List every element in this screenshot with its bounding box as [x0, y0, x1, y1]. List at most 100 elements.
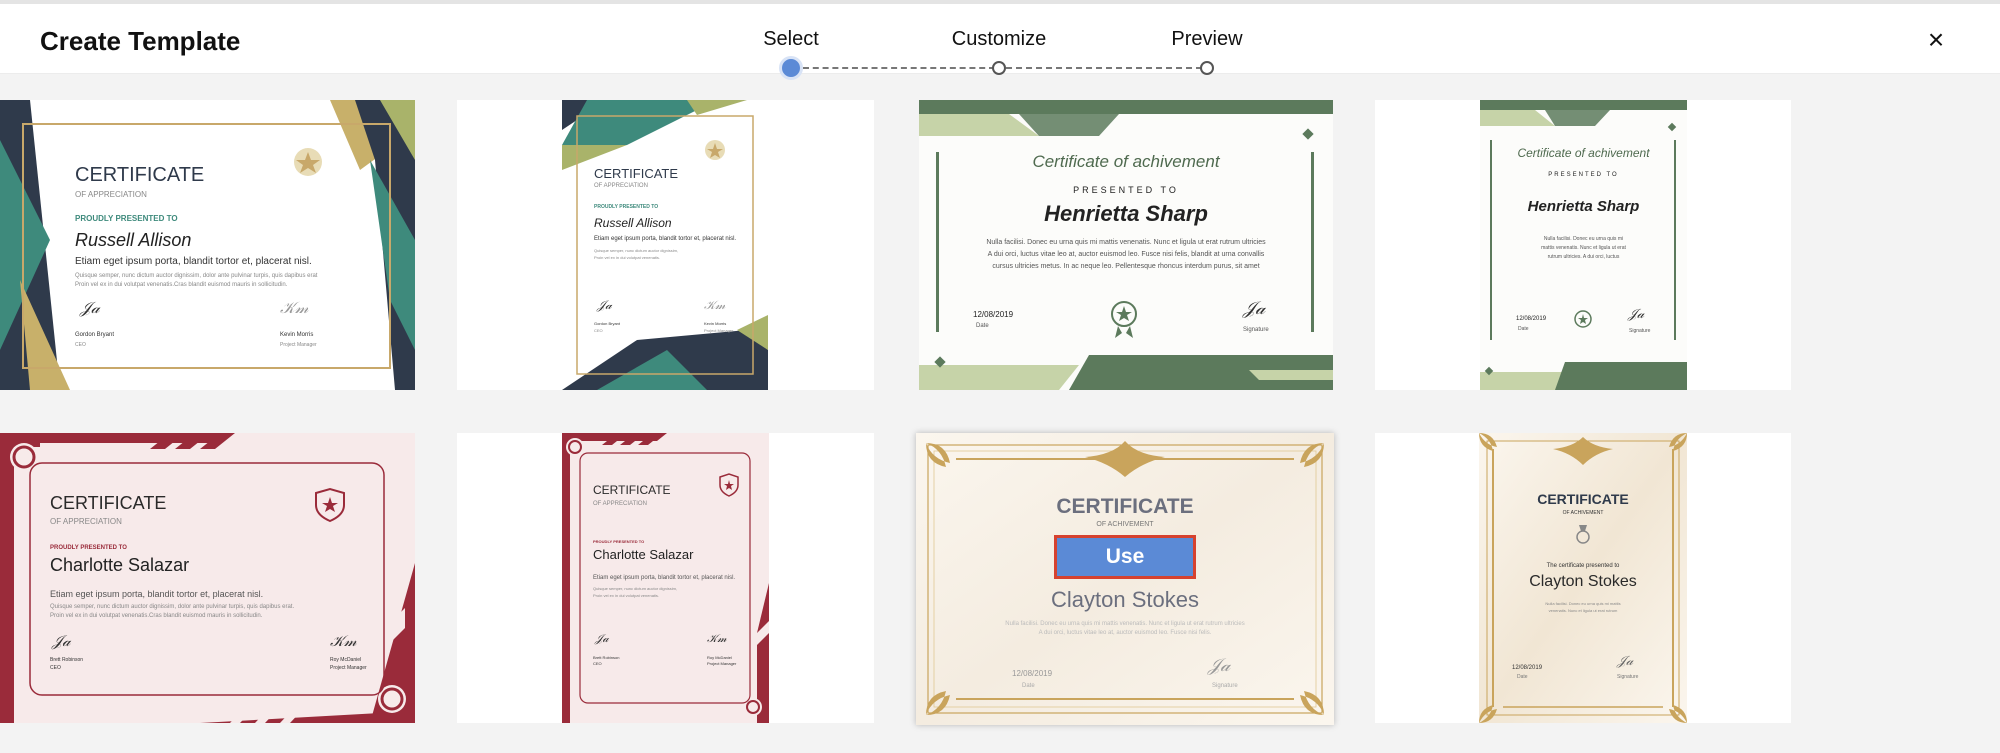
- step-connector-2: [1006, 67, 1202, 69]
- signer-1-name: Gordon Bryant: [75, 332, 115, 338]
- template-card-7[interactable]: CERTIFICATE OF ACHIVEMENT Clayton Stokes…: [916, 433, 1334, 725]
- date-label: Date: [976, 323, 989, 329]
- step-dot-select[interactable]: [779, 56, 803, 80]
- signature-label: Signature: [1617, 674, 1639, 680]
- presented-to-label: PROUDLY PRESENTED TO: [594, 204, 659, 210]
- fine-print-2: Proin vel ex in dui volutpat venenatis.C…: [75, 282, 288, 288]
- certificate-body: Etiam eget ipsum porta, blandit tortor e…: [594, 236, 737, 242]
- signer-1-name: Brett Robinson: [593, 655, 620, 660]
- certificate-body: Etiam eget ipsum porta, blandit tortor e…: [593, 575, 736, 581]
- fine-print-1: Quisque semper, nunc dictum auctor digni…: [594, 248, 679, 253]
- signature-1: 𝒥𝒶: [80, 300, 100, 317]
- signer-1-role: CEO: [594, 328, 603, 333]
- signer-2-name: Kevin Morris: [280, 332, 314, 338]
- date-label: Date: [1517, 674, 1528, 680]
- certificate-date: 12/08/2019: [1512, 665, 1543, 671]
- step-connector-1: [803, 67, 995, 69]
- fine-print-1: Quisque semper, nunc dictum auctor digni…: [50, 604, 295, 610]
- recipient-name: Charlotte Salazar: [593, 547, 694, 562]
- fine-print-1: Nulla facilisi. Donec eu urna quis mi ma…: [1005, 621, 1245, 627]
- step-dot-customize[interactable]: [992, 61, 1006, 75]
- signer-2-role: Project Manager: [707, 661, 737, 666]
- certificate-heading: Certificate of achivement: [1032, 152, 1220, 171]
- signer-1-role: CEO: [593, 661, 602, 666]
- certificate-subheading: OF APPRECIATION: [50, 517, 122, 526]
- certificate-heading: CERTIFICATE: [50, 493, 167, 513]
- signer-2-role: Project Manager: [330, 665, 367, 671]
- certificate-subheading: OF APPRECIATION: [75, 190, 147, 199]
- recipient-name: Clayton Stokes: [1051, 587, 1199, 612]
- signer-2-role: Project Manager: [280, 342, 317, 348]
- recipient-name: Henrietta Sharp: [1044, 201, 1208, 226]
- recipient-name: Charlotte Salazar: [50, 555, 190, 575]
- fine-print-2: venenatis. Nunc et ligula ut erat rutrum: [1548, 608, 1618, 613]
- signature-2: 𝒦𝓂: [280, 300, 309, 317]
- signer-2-role: Project Manager: [704, 328, 734, 333]
- fine-print-2: Proin vel ex in dui volutpat venenatis.: [593, 593, 660, 598]
- certificate-date: 12/08/2019: [1012, 669, 1053, 678]
- maroon-background: [0, 433, 415, 723]
- recipient-name: Russell Allison: [594, 216, 672, 230]
- recipient-name: Russell Allison: [75, 230, 192, 250]
- step-label-preview[interactable]: Preview: [1171, 28, 1242, 51]
- signature-1: 𝒥𝒶: [595, 633, 609, 645]
- fine-print-3: rutrum ultricies. A dui orci, luctus: [1547, 254, 1620, 260]
- signer-2-name: Roy McDaniel: [330, 657, 362, 663]
- ornate-gold-background: [916, 433, 1334, 725]
- certificate-heading: Certificate of achivement: [1517, 146, 1650, 160]
- recipient-name: Clayton Stokes: [1529, 573, 1637, 590]
- date-label: Date: [1518, 326, 1529, 332]
- certificate-body: Etiam eget ipsum porta, blandit tortor e…: [50, 589, 264, 599]
- signature: 𝒥𝒶: [1617, 653, 1634, 668]
- geometric-background: [457, 100, 874, 390]
- fine-print-2: mattis venenatis. Nunc et ligula ut erat: [1541, 245, 1626, 251]
- fine-print-2: Proin vel ex in dui volutpat venenatis.C…: [50, 613, 263, 619]
- certificate-heading: CERTIFICATE: [593, 483, 671, 497]
- recipient-name: Henrietta Sharp: [1527, 198, 1640, 215]
- fine-print-1: Quisque semper, nunc dictum auctor digni…: [75, 273, 318, 279]
- certificate-heading: CERTIFICATE: [594, 166, 679, 181]
- signer-1-role: CEO: [50, 665, 61, 671]
- certificate-date: 12/08/2019: [973, 310, 1014, 319]
- signature-label: Signature: [1629, 328, 1651, 334]
- fine-print-3: cursus ultricies metus. In ac neque leo.…: [992, 263, 1260, 270]
- date-label: Date: [1022, 683, 1035, 689]
- template-card-8[interactable]: CERTIFICATE OF ACHIVEMENT The certificat…: [1375, 433, 1791, 723]
- geometric-background: [0, 100, 415, 390]
- presented-to-label: The certificate presented to: [1546, 563, 1620, 569]
- fine-print-1: Nulla facilisi. Donec eu urna quis mi ma…: [986, 239, 1266, 246]
- template-card-6[interactable]: CERTIFICATE OF APPRECIATION PROUDLY PRES…: [457, 433, 874, 723]
- template-card-2[interactable]: CERTIFICATE OF APPRECIATION PROUDLY PRES…: [457, 100, 874, 390]
- use-template-button[interactable]: Use: [1054, 535, 1196, 579]
- fine-print-1: Nulla facilisi. Donec eu urna quis mi ma…: [1545, 601, 1621, 606]
- certificate-subheading: OF APPRECIATION: [593, 501, 647, 507]
- signature-label: Signature: [1212, 683, 1238, 689]
- page-title: Create Template: [40, 26, 241, 56]
- certificate-heading: CERTIFICATE: [75, 164, 205, 186]
- header-bar: Create Template Select Customize Preview…: [0, 4, 2000, 80]
- template-card-1[interactable]: CERTIFICATE OF APPRECIATION PROUDLY PRES…: [0, 100, 415, 390]
- presented-to-label: PROUDLY PRESENTED TO: [593, 539, 645, 544]
- presented-to-label: PROUDLY PRESENTED TO: [75, 214, 178, 223]
- presented-to-label: PRESENTED TO: [1073, 185, 1179, 195]
- step-label-select[interactable]: Select: [763, 28, 819, 51]
- certificate-date: 12/08/2019: [1516, 316, 1547, 322]
- signature: 𝒥𝒶: [1628, 306, 1645, 321]
- signature-label: Signature: [1243, 327, 1269, 333]
- presented-to-label: PROUDLY PRESENTED TO: [50, 545, 127, 551]
- template-card-3[interactable]: Certificate of achivement PRESENTED TO H…: [919, 100, 1333, 390]
- certificate-subheading: OF ACHIVEMENT: [1562, 510, 1604, 516]
- certificate-heading: CERTIFICATE: [1056, 495, 1194, 518]
- template-card-5[interactable]: CERTIFICATE OF APPRECIATION PROUDLY PRES…: [0, 433, 415, 723]
- step-label-customize[interactable]: Customize: [952, 28, 1046, 51]
- certificate-subheading: OF ACHIVEMENT: [1096, 521, 1154, 528]
- signer-1-name: Gordon Bryant: [594, 321, 621, 326]
- fine-print-2: A dui orci, luctus vitae leo at, auctor …: [1038, 630, 1212, 636]
- close-icon[interactable]: ×: [1920, 24, 1952, 56]
- certificate-heading: CERTIFICATE: [1537, 491, 1629, 507]
- signature-2: 𝒦𝓂: [330, 633, 357, 650]
- step-dot-preview[interactable]: [1200, 61, 1214, 75]
- template-card-4[interactable]: Certificate of achivement PRESENTED TO H…: [1375, 100, 1791, 390]
- signer-2-name: Kevin Morris: [704, 321, 727, 326]
- signature-1: 𝒥𝒶: [52, 633, 71, 650]
